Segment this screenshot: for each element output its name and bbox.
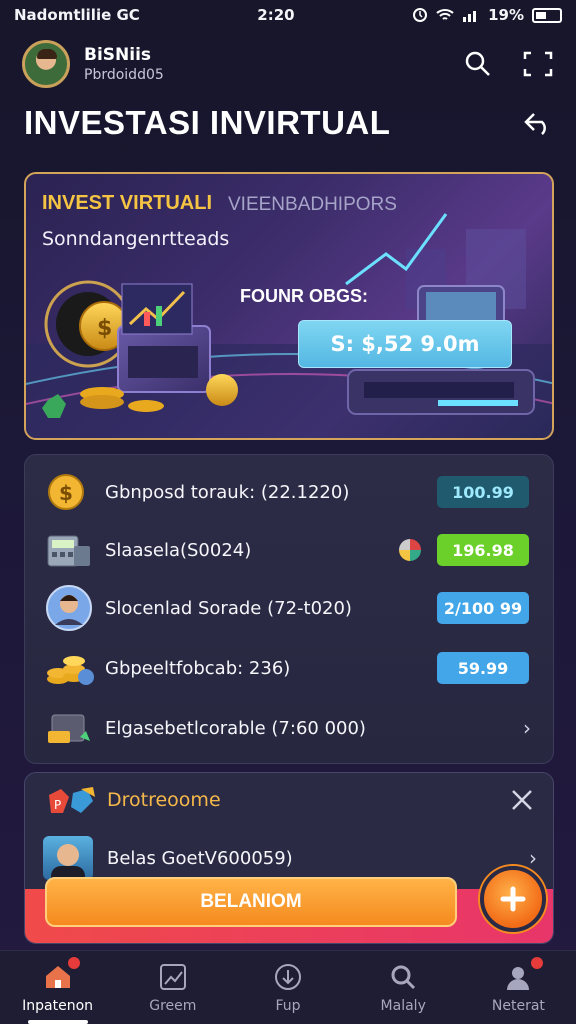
close-icon[interactable] (509, 787, 535, 813)
notification-row-label: Belas GoetV600059) (107, 847, 293, 869)
investment-list: $ Gbnposd torauk: (22.1220) 100.99 Slaas… (24, 454, 554, 764)
battery-percent: 19% (488, 6, 524, 24)
gold-coin-icon: $ (43, 469, 95, 515)
fullscreen-button[interactable] (522, 48, 554, 80)
status-right: 19% (412, 6, 562, 24)
user-subtitle: Pbrdoidd05 (84, 67, 164, 83)
user-meta: BiSNiis Pbrdoidd05 (84, 45, 164, 83)
list-item-label: Gbnposd torauk: (22.1220) (105, 481, 350, 503)
hero-amount[interactable]: S: $,52 9.0m (298, 320, 512, 368)
list-item-label: Slocenlad Sorade (72-t020) (105, 597, 352, 619)
back-arrow-icon (524, 113, 546, 135)
list-item-label: Elgasebetlcorable (7:60 000) (105, 717, 366, 739)
hero-title-secondary: VIEENBADHIPORS (228, 194, 397, 215)
nav-item-fup[interactable]: Fup (230, 951, 345, 1024)
notification-dot (530, 957, 543, 969)
search-icon (465, 51, 490, 76)
back-button[interactable] (520, 106, 556, 142)
plus-icon (500, 886, 526, 912)
search-icon (391, 965, 416, 989)
notification-dot (68, 957, 80, 969)
hero-label: FOUNR OBGS: (240, 286, 368, 306)
puzzle-icon: P (49, 787, 95, 813)
value-badge[interactable]: 100.99 (437, 476, 529, 508)
nav-item-home[interactable]: Inpatenon (0, 951, 115, 1024)
person-avatar-icon (43, 585, 95, 631)
list-item-label: Slaasela(S0024) (105, 539, 252, 561)
chevron-right-icon: › (529, 846, 537, 870)
profile-icon (507, 966, 530, 990)
app-header: BiSNiis Pbrdoidd05 (0, 34, 576, 94)
list-item[interactable]: Elgasebetlcorable (7:60 000) › (25, 699, 555, 757)
hero-banner[interactable]: $ INVEST VIRTUALI VIEENBADHIPORS Sonndan… (24, 172, 554, 440)
coin-stack-icon (43, 645, 95, 691)
value-badge[interactable]: 59.99 (437, 652, 529, 684)
status-left-text: Nadomtlilie GC (14, 6, 140, 24)
notification-title: Drotreoome (107, 789, 221, 811)
calculator-icon (43, 527, 95, 573)
badge-icon (399, 539, 421, 561)
nav-label: Greem (149, 997, 197, 1014)
avatar[interactable] (22, 40, 70, 88)
bottom-nav: Inpatenon Greem Fup Malaly Neterat (0, 950, 576, 1024)
status-time: 2:20 (257, 6, 295, 24)
nav-label: Neterat (491, 997, 545, 1014)
nav-item-malaly[interactable]: Malaly (346, 951, 461, 1024)
list-item[interactable]: Slocenlad Sorade (72-t020) 2/100 99 (25, 579, 555, 637)
hero-title: INVEST VIRTUALI (42, 192, 213, 214)
header-actions (462, 48, 554, 80)
list-item[interactable]: Slaasela(S0024) 196.98 (25, 521, 555, 579)
notification-card: P Drotreoome Belas GoetV600059) › BELANI… (24, 772, 554, 944)
page-title: INVESTASI INVIRTUAL (24, 104, 391, 141)
notification-avatar (43, 836, 93, 880)
svg-text:P: P (54, 798, 61, 812)
signal-icon (463, 11, 477, 22)
nav-item-greem[interactable]: Greem (115, 951, 230, 1024)
notification-row[interactable]: Belas GoetV600059) › (43, 833, 537, 883)
search-button[interactable] (462, 48, 494, 80)
svg-text:$: $ (97, 316, 112, 341)
svg-text:$: $ (59, 481, 73, 505)
value-badge[interactable]: 196.98 (437, 534, 529, 566)
nav-label: Fup (275, 997, 301, 1014)
status-bar: Nadomtlilie GC 2:20 19% (0, 0, 576, 30)
hero-subtitle: Sonndangenrtteads (42, 228, 230, 250)
list-item[interactable]: Gbpeeltfobcab: 236) 59.99 (25, 639, 555, 697)
battery-icon (532, 7, 562, 23)
user-name: BiSNiis (84, 45, 152, 65)
cash-box-icon (43, 705, 95, 751)
wifi-icon (436, 9, 454, 20)
cta-button[interactable]: BELANIOM (45, 877, 457, 927)
nav-label: Inpatenon (22, 997, 94, 1014)
list-item[interactable]: $ Gbnposd torauk: (22.1220) 100.99 (25, 463, 555, 521)
chart-icon (159, 963, 186, 990)
frame-icon (523, 51, 553, 77)
download-icon (275, 963, 301, 990)
nav-label: Malaly (380, 997, 426, 1014)
list-item-label: Gbpeeltfobcab: 236) (105, 657, 291, 679)
nav-item-neterat[interactable]: Neterat (461, 951, 576, 1024)
value-badge[interactable]: 2/100 99 (437, 592, 529, 624)
alarm-icon (413, 8, 428, 22)
add-button[interactable] (480, 866, 546, 932)
chevron-right-icon[interactable]: › (523, 716, 531, 740)
